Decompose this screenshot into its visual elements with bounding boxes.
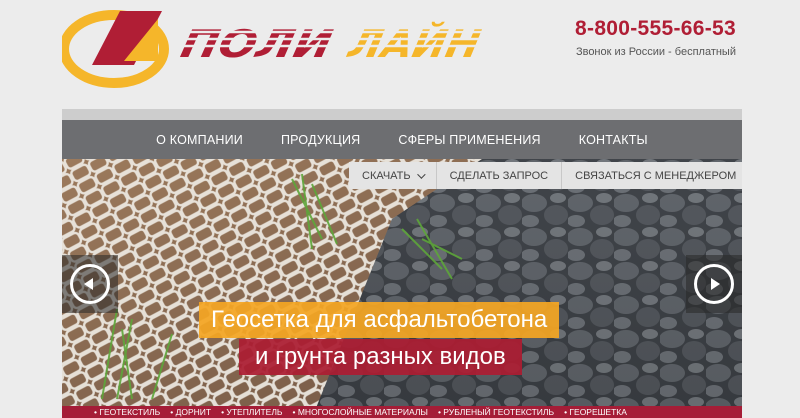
- sub-navigation: СКАЧАТЬ СДЕЛАТЬ ЗАПРОС СВЯЗАТЬСЯ С МЕНЕД…: [349, 162, 742, 189]
- chevron-left-icon: [70, 264, 110, 304]
- phone-number[interactable]: 8-800-555-66-53: [575, 17, 736, 41]
- make-request-label: СДЕЛАТЬ ЗАПРОС: [449, 169, 549, 182]
- slider-next-button[interactable]: [686, 255, 742, 313]
- main-nav: О КОМПАНИИ ПРОДУКЦИЯ СФЕРЫ ПРИМЕНЕНИЯ КО…: [62, 120, 742, 159]
- product-link-insulation[interactable]: • УТЕПЛИТЕЛЬ: [221, 407, 282, 417]
- slide-caption-line1: Геосетка для асфальтобетона: [199, 302, 560, 338]
- hero-image: [62, 159, 742, 418]
- nav-top-strip: [62, 109, 742, 120]
- nav-item-products[interactable]: ПРОДУКЦИЯ: [281, 133, 360, 147]
- products-bar: • ГЕОТЕКСТИЛЬ • ДОРНИТ • УТЕПЛИТЕЛЬ • МН…: [62, 406, 742, 418]
- product-link-multilayer[interactable]: • МНОГОСЛОЙНЫЕ МАТЕРИАЛЫ: [293, 407, 428, 417]
- make-request-button[interactable]: СДЕЛАТЬ ЗАПРОС: [437, 162, 563, 189]
- slider-prev-button[interactable]: [62, 255, 118, 313]
- product-link-geogrid[interactable]: • ГЕОРЕШЕТКА: [564, 407, 627, 417]
- nav-item-about[interactable]: О КОМПАНИИ: [156, 133, 243, 147]
- contact-manager-label: СВЯЗАТЬСЯ С МЕНЕДЖЕРОМ: [575, 169, 737, 182]
- phone-note: Звонок из России - бесплатный: [575, 46, 736, 58]
- contact-manager-button[interactable]: СВЯЗАТЬСЯ С МЕНЕДЖЕРОМ: [562, 162, 742, 189]
- nav-item-contacts[interactable]: КОНТАКТЫ: [579, 133, 648, 147]
- nav-item-applications[interactable]: СФЕРЫ ПРИМЕНЕНИЯ: [398, 133, 540, 147]
- chevron-down-icon: [416, 169, 426, 179]
- product-link-geotextile[interactable]: • ГЕОТЕКСТИЛЬ: [94, 407, 160, 417]
- download-label: СКАЧАТЬ: [362, 169, 411, 182]
- logo-text-lain: ЛАЙН: [344, 20, 485, 66]
- slide-caption-line2: и грунта разных видов: [239, 339, 522, 375]
- download-menu[interactable]: СКАЧАТЬ: [349, 162, 437, 189]
- chevron-right-icon: [694, 264, 734, 304]
- hero-slider: СКАЧАТЬ СДЕЛАТЬ ЗАПРОС СВЯЗАТЬСЯ С МЕНЕД…: [62, 159, 742, 418]
- logo-text-poli: ПОЛИ: [177, 22, 336, 67]
- product-link-chopped-geotextile[interactable]: • РУБЛЕНЫЙ ГЕОТЕКСТИЛЬ: [438, 407, 554, 417]
- product-link-dornit[interactable]: • ДОРНИТ: [170, 407, 211, 417]
- company-logo[interactable]: ПОЛИ ЛАЙН: [62, 5, 492, 93]
